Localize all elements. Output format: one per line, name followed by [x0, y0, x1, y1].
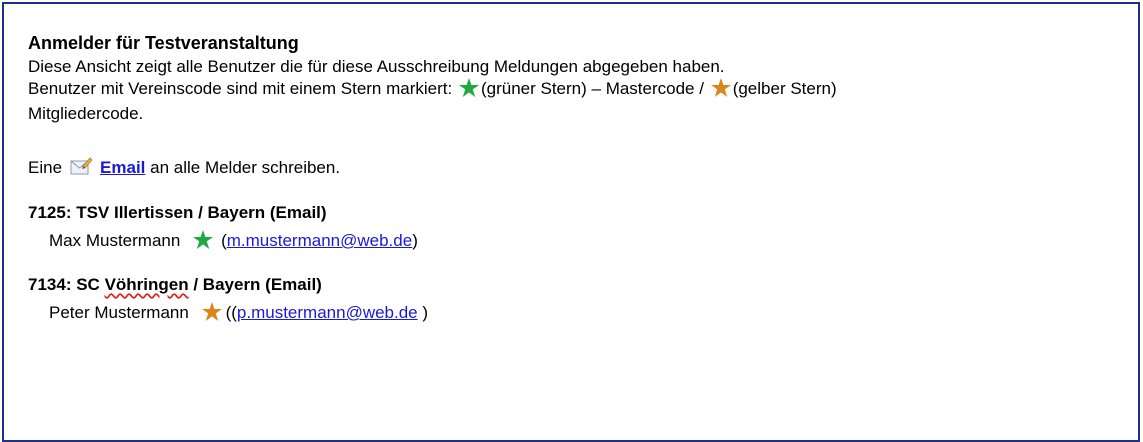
intro-text-2a: Benutzer mit Vereinscode sind mit einem …	[28, 79, 453, 98]
orange-star-icon	[710, 78, 731, 103]
email-all-link[interactable]: Email	[100, 158, 145, 177]
club-title-part: 7134: SC	[28, 275, 100, 294]
intro-line-3: Mitgliedercode.	[28, 103, 1128, 125]
email-all-suffix: an alle Melder schreiben.	[150, 158, 341, 177]
intro-text-2b: (grüner Stern) – Mastercode /	[480, 79, 704, 98]
club-title: 7125: TSV Illertissen / Bayern (Email)	[28, 203, 327, 222]
intro-text-3: Mitgliedercode.	[28, 104, 144, 123]
green-star-icon	[458, 78, 479, 103]
member-row: Max Mustermann (m.mustermann@web.de)	[49, 230, 1128, 255]
club-title-part: / Bayern (Email)	[193, 275, 322, 294]
member-row: Peter Mustermann ((p.mustermann@web.de )	[49, 302, 1128, 327]
member-name: Max Mustermann	[49, 231, 181, 250]
green-star-icon	[193, 230, 214, 255]
intro-line-1: Diese Ansicht zeigt alle Benutzer die fü…	[28, 56, 1128, 78]
club-title-spellcheck-word: Vöhringen	[104, 275, 189, 294]
club-title: 7134: SC Vöhringen / Bayern (Email)	[28, 274, 1128, 296]
paren-open: ((	[225, 303, 237, 322]
member-email-link[interactable]: p.mustermann@web.de	[237, 303, 418, 322]
member-name: Peter Mustermann	[49, 303, 189, 322]
page-title: Anmelder für Testveranstaltung	[28, 33, 299, 53]
paren-close: )	[422, 303, 429, 322]
orange-star-icon	[201, 302, 222, 327]
email-edit-icon[interactable]	[70, 156, 93, 182]
intro-text-2c: (gelber Stern)	[732, 79, 837, 98]
paren-close: )	[412, 231, 418, 250]
member-email-link[interactable]: m.mustermann@web.de	[227, 231, 412, 250]
participants-panel: Anmelder für Testveranstaltung Diese Ans…	[28, 32, 1128, 327]
email-all-prefix: Eine	[28, 158, 63, 177]
email-all-row: Eine Email an alle Melder schreiben.	[28, 156, 1128, 182]
intro-line-2: Benutzer mit Vereinscode sind mit einem …	[28, 78, 1128, 103]
intro-text-1: Diese Ansicht zeigt alle Benutzer die fü…	[28, 57, 725, 76]
